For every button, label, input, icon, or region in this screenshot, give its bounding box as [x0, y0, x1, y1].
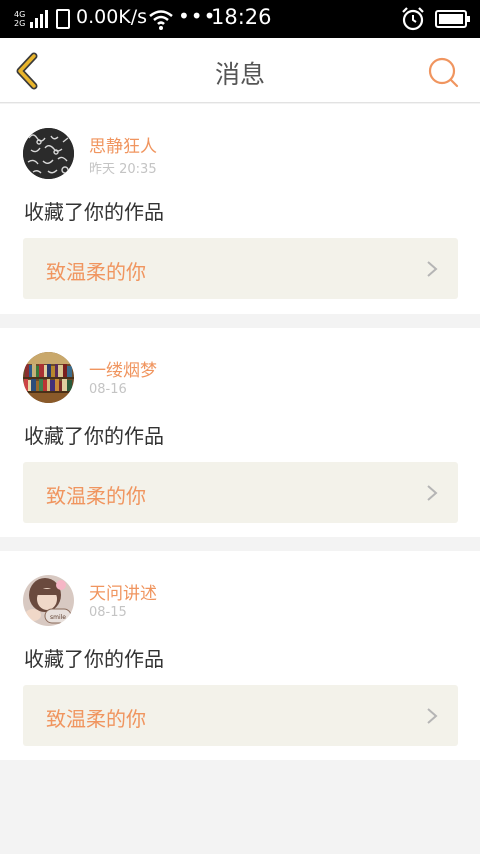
battery-icon [435, 10, 470, 28]
status-bar: 4G 2G 0.00K/s ••• 18:26 [0, 0, 480, 38]
message-card: 一缕烟梦 08-16 收藏了你的作品 致温柔的你 [0, 328, 480, 537]
sim-card-icon [56, 9, 70, 29]
clock: 18:26 [211, 5, 272, 29]
message-action-text: 收藏了你的作品 [24, 424, 164, 448]
girl-avatar-image: smile [23, 575, 74, 626]
message-time: 昨天 20:35 [89, 162, 157, 177]
message-action-text: 收藏了你的作品 [24, 647, 164, 671]
message-time: 08-16 [89, 382, 127, 397]
work-title: 致温柔的你 [46, 260, 146, 284]
chevron-right-icon [427, 261, 438, 277]
network-type-bottom: 2G [14, 19, 26, 28]
search-icon[interactable] [426, 55, 460, 89]
sender-name[interactable]: 一缕烟梦 [89, 356, 157, 381]
girl-avatar[interactable]: smile [23, 575, 74, 626]
bookshelf-avatar-image [23, 352, 74, 403]
message-action-text: 收藏了你的作品 [24, 200, 164, 224]
network-type: 4G 2G [14, 10, 25, 28]
pattern-avatar[interactable] [23, 128, 74, 179]
signal-icon [30, 10, 48, 28]
page-title: 消息 [214, 60, 265, 89]
chevron-right-icon [427, 708, 438, 724]
pattern-avatar-image [23, 128, 74, 179]
work-link[interactable]: 致温柔的你 [23, 462, 458, 523]
sender-name[interactable]: 天问讲述 [89, 579, 157, 604]
avatar-caption: smile [50, 614, 66, 621]
work-link[interactable]: 致温柔的你 [23, 238, 458, 299]
network-speed: 0.00K/s [76, 6, 148, 28]
alarm-icon [402, 7, 424, 31]
message-card: smile 天问讲述 08-15 收藏了你的作品 致温柔的你 [0, 551, 480, 760]
message-card: 思静狂人 昨天 20:35 收藏了你的作品 致温柔的你 [0, 104, 480, 314]
work-title: 致温柔的你 [46, 484, 146, 508]
sender-name[interactable]: 思静狂人 [89, 132, 157, 157]
wifi-icon [149, 10, 173, 30]
network-type-top: 4G [14, 10, 26, 19]
chevron-right-icon [427, 485, 438, 501]
work-link[interactable]: 致温柔的你 [23, 685, 458, 746]
bookshelf-avatar[interactable] [23, 352, 74, 403]
work-title: 致温柔的你 [46, 707, 146, 731]
top-navigation-bar: 消息 [0, 38, 480, 103]
message-time: 08-15 [89, 605, 127, 620]
